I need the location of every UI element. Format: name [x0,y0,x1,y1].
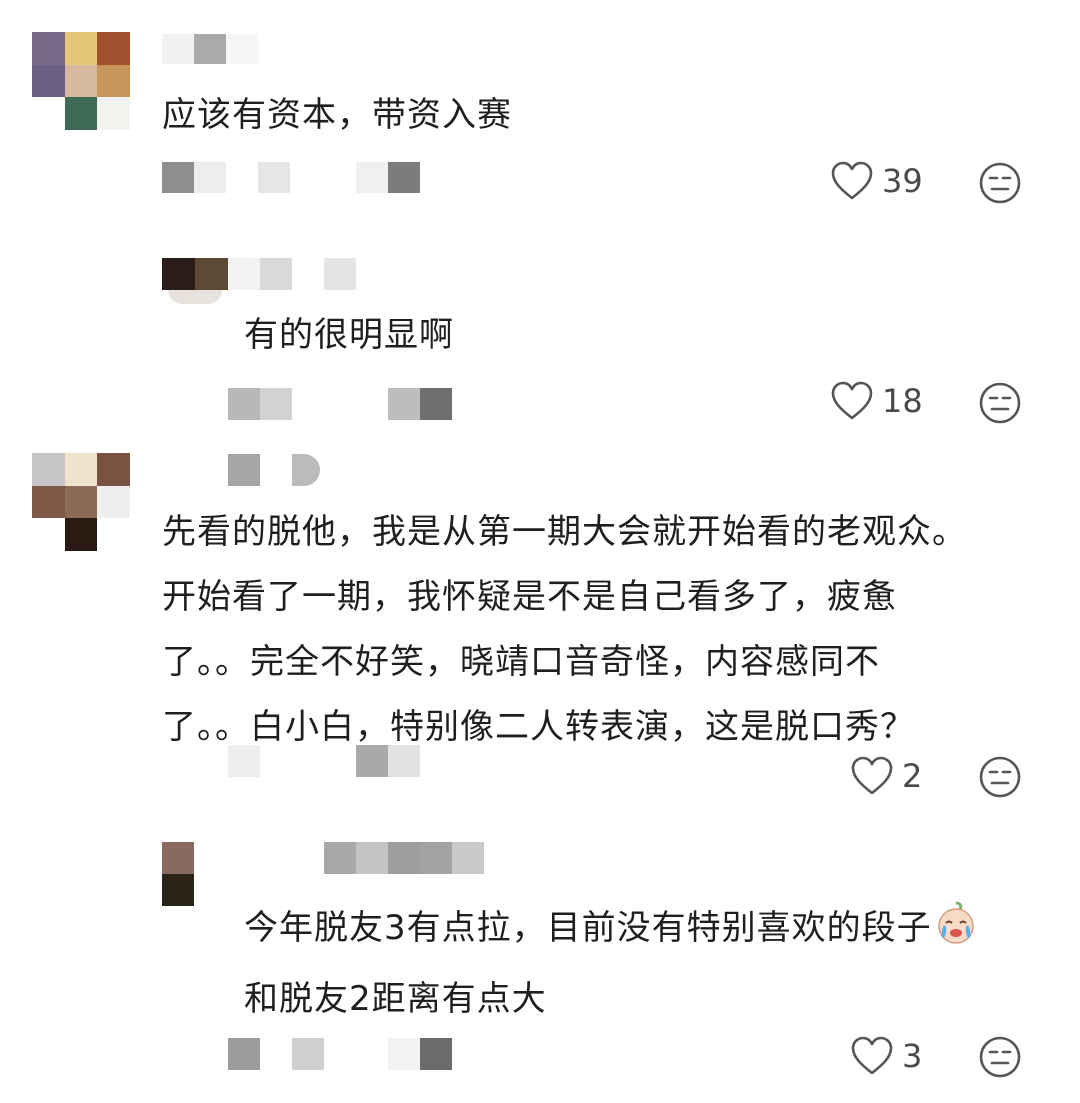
comment-line: 今年脱友3有点拉，目前没有特别喜欢的段子 [244,908,932,948]
heart-outline-icon [831,381,873,420]
comment-line: 了。。完全不好笑，晓靖口音奇怪，内容感同不 [162,642,880,682]
crying-baby-sticker-icon [934,901,978,967]
expressionless-face-icon [979,162,1021,204]
like-button[interactable]: 2 [850,755,922,797]
reaction-button[interactable] [978,755,1022,799]
like-count: 2 [902,757,923,795]
avatar[interactable] [162,258,228,310]
like-count: 3 [902,1037,923,1075]
comment-text: 先看的脱他，我是从第一期大会就开始看的老观众。 开始看了一期，我怀疑是不是自己看… [162,500,967,760]
like-count: 39 [882,162,923,200]
comment-line: 和脱友2距离有点大 [244,979,547,1019]
comment-line: 有的很明显啊 [244,315,454,355]
expressionless-face-icon [979,756,1021,798]
comment-line: 开始看了一期，我怀疑是不是自己看多了，疲惫 [162,577,897,617]
heart-outline-icon [851,756,893,795]
heart-outline-icon [831,161,873,200]
heart-outline-icon [851,1036,893,1075]
expressionless-face-icon [979,1036,1021,1078]
comment-text: 有的很明显啊 [244,303,454,368]
avatar[interactable] [162,842,194,906]
reaction-button[interactable] [978,161,1022,205]
comment-text: 应该有资本，带资入赛 [162,83,512,148]
like-button[interactable]: 39 [830,160,923,202]
comment-line: 了。。白小白，特别像二人转表演，这是脱口秀？ [162,707,915,747]
comment-line: 应该有资本，带资入赛 [162,95,512,135]
like-button[interactable]: 3 [850,1035,922,1077]
comment-text: 今年脱友3有点拉，目前没有特别喜欢的段子 和脱友2距离有点大 [244,896,978,1032]
avatar[interactable] [32,32,130,130]
like-button[interactable]: 18 [830,380,923,422]
reaction-button[interactable] [978,1035,1022,1079]
comment-line: 先看的脱他，我是从第一期大会就开始看的老观众。 [162,512,967,552]
reaction-button[interactable] [978,381,1022,425]
avatar[interactable] [32,453,130,551]
like-count: 18 [882,382,923,420]
expressionless-face-icon [979,382,1021,424]
